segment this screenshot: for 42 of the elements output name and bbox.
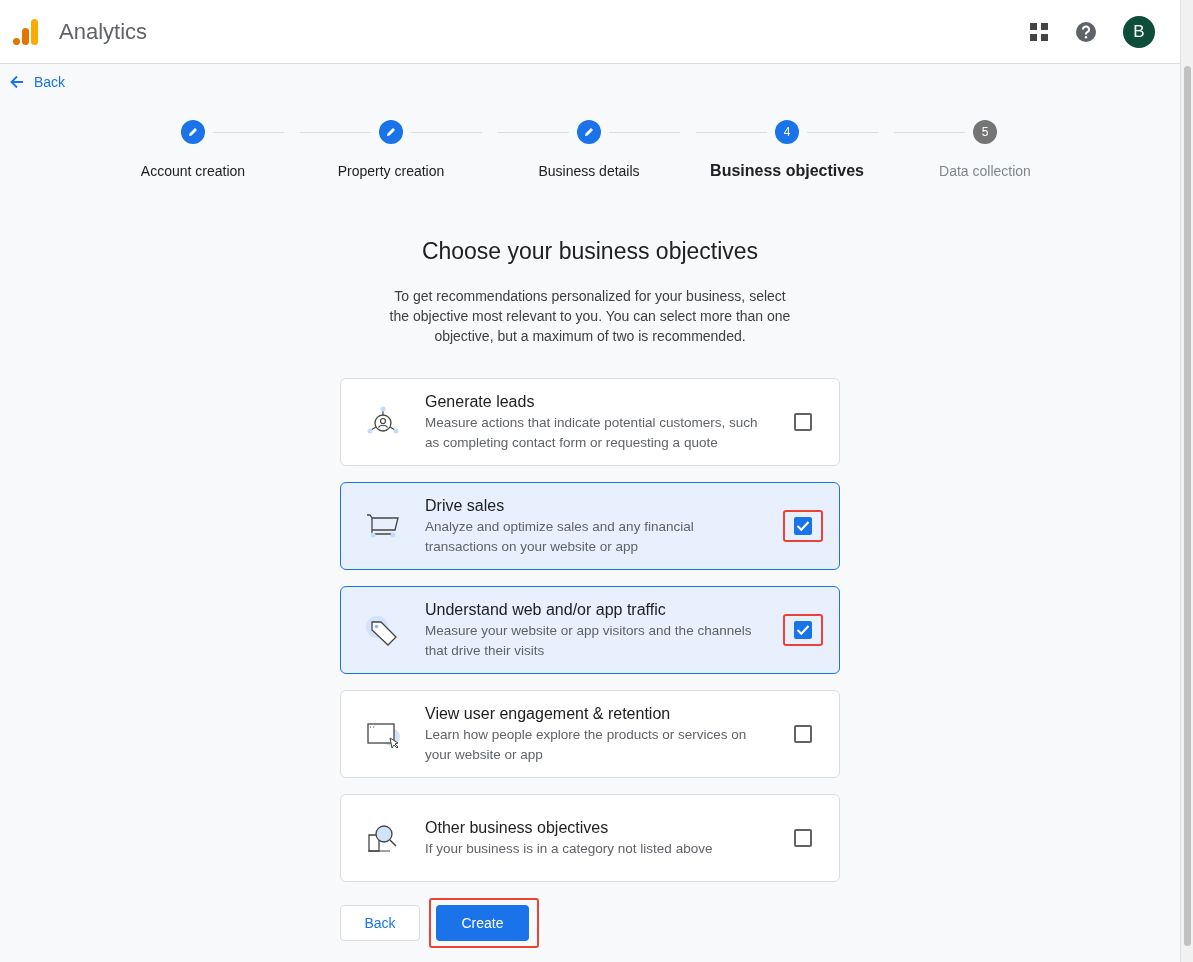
objective-description: If your business is in a category not listed above — [425, 840, 714, 858]
checkbox[interactable] — [794, 517, 812, 535]
objective-title: Drive sales — [425, 496, 506, 516]
app-title: Analytics — [59, 18, 148, 45]
step-label: Business details — [538, 163, 640, 179]
objective-description: Measure actions that indicate potential customers, such as completing contact form or requesting a quote — [425, 414, 759, 452]
back-link[interactable]: Back — [10, 74, 66, 90]
scrollbar[interactable] — [1180, 0, 1193, 962]
back-arrow-icon — [10, 75, 24, 89]
step-indicator: 4 — [775, 120, 799, 144]
step-label: Account creation — [140, 163, 246, 179]
step-label: Business objectives — [710, 162, 864, 180]
pencil-icon — [583, 126, 595, 138]
objective-title: Understand web and/or app traffic — [425, 600, 667, 620]
step-indicator: 5 — [973, 120, 997, 144]
page-heading: Choose your business objectives — [421, 238, 759, 265]
objective-card[interactable]: Other business objectives If your business is in a category not listed above — [340, 794, 840, 882]
apps-grid-icon[interactable] — [1029, 21, 1049, 42]
checkbox[interactable] — [794, 413, 812, 431]
checkbox[interactable] — [794, 829, 812, 847]
checkbox[interactable] — [794, 725, 812, 743]
objective-title: Generate leads — [425, 392, 536, 412]
step-label: Data collection — [939, 163, 1031, 179]
step-label: Property creation — [337, 163, 445, 179]
objective-card[interactable]: Generate leads Measure actions that indicate potential customers, such as completing contact form or requesting a quote — [340, 378, 840, 466]
avatar[interactable]: B — [1123, 15, 1155, 48]
objective-description: Analyze and optimize sales and any financial transactions on your website or app — [425, 518, 695, 556]
bar-chart-logo-icon — [13, 16, 39, 47]
intro-text: To get recommendations personalized for your business, select the objective most relevant to you. You can select more than one objective, but a maximum of two is recommended. — [388, 287, 792, 346]
objective-title: Other business objectives — [425, 818, 610, 838]
pencil-icon — [385, 126, 397, 138]
objective-card[interactable]: Drive sales Analyze and optimize sales and any financial transactions on your website or app — [340, 482, 840, 570]
back-button[interactable]: Back — [340, 905, 420, 941]
objective-description: Measure your website or app visitors and the channels that drive their visits — [425, 622, 753, 660]
objective-description: Learn how people explore the products or services on your website or app — [425, 726, 748, 764]
pencil-icon — [187, 126, 199, 138]
objective-card[interactable]: View user engagement & retention Learn how people explore the products or services on your website or app — [340, 690, 840, 778]
create-button[interactable]: Create — [436, 905, 529, 941]
objective-card[interactable]: Understand web and/or app traffic Measure your website or app visitors and the channels that drive their visits — [340, 586, 840, 674]
objective-title: View user engagement & retention — [425, 704, 672, 724]
help-icon[interactable] — [1075, 20, 1097, 43]
checkbox[interactable] — [794, 621, 812, 639]
